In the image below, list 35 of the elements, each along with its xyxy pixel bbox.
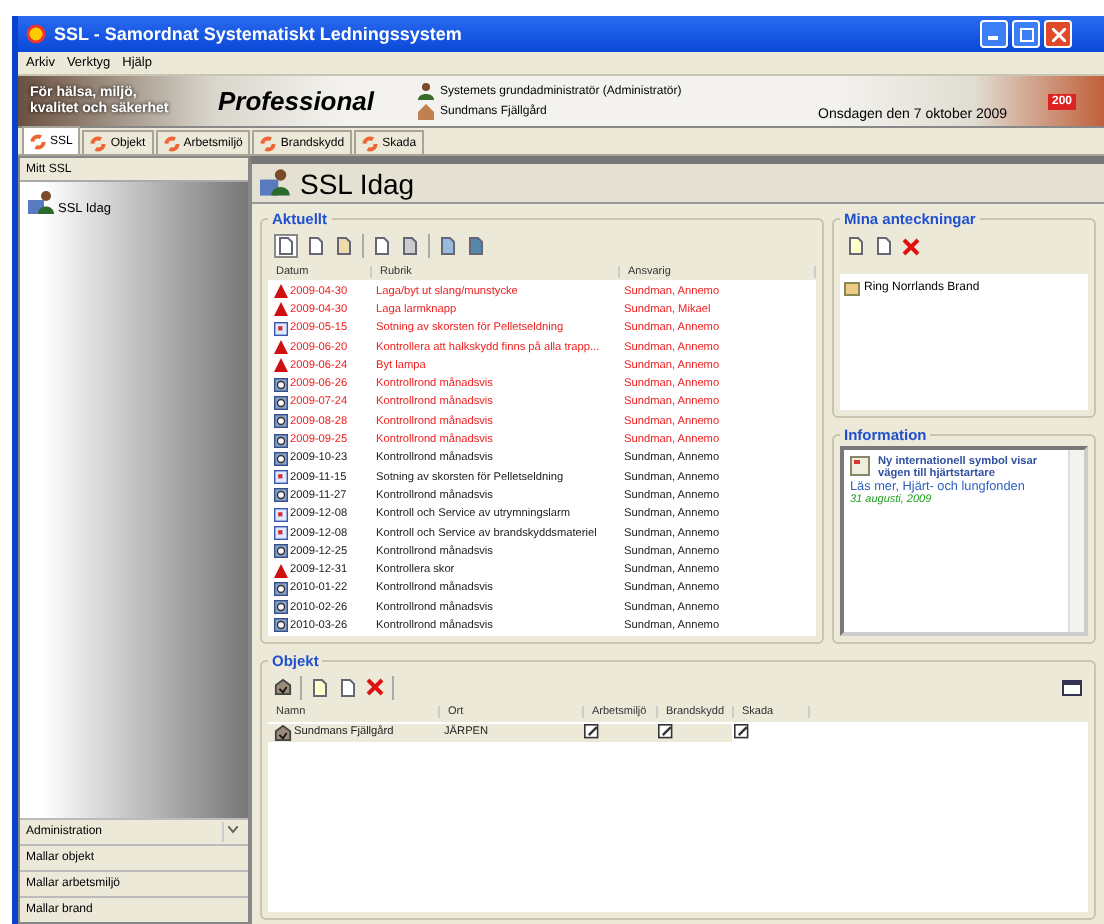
note-icon [844, 280, 860, 296]
tab-ring-icon [90, 135, 107, 151]
building-icon [274, 723, 292, 742]
house-icon [418, 104, 434, 120]
expand-button[interactable] [222, 822, 242, 842]
calendar-person-icon [260, 168, 292, 198]
tab-ring-icon [163, 135, 180, 151]
delete-icon[interactable] [902, 237, 920, 255]
close-button[interactable] [1044, 20, 1072, 48]
window-title: SSL - Samordnat Systematiskt Ledningssystem [54, 24, 462, 44]
calendar-icon [274, 470, 288, 485]
person-icon [418, 82, 434, 100]
page-title: SSL Idag [300, 167, 415, 199]
calendar-person-icon [28, 190, 56, 216]
warning-icon [274, 563, 288, 578]
calendar-icon [274, 507, 288, 522]
calendar-icon [274, 526, 288, 540]
close-icon [1051, 27, 1065, 41]
tab-ring-icon [30, 133, 46, 149]
chevron-icon [228, 826, 238, 834]
scrollbar[interactable] [1068, 450, 1084, 632]
minimize-button[interactable] [980, 20, 1008, 48]
app-logo-icon [26, 24, 46, 44]
building-icon [274, 678, 292, 697]
calendar-icon [274, 321, 288, 336]
maximize-icon [1019, 27, 1033, 41]
delete-icon[interactable] [366, 678, 384, 697]
panel-window-icon[interactable] [1062, 679, 1082, 696]
new-icon[interactable] [310, 677, 330, 698]
maximize-button[interactable] [1012, 20, 1040, 48]
edition-label: Professional [218, 86, 377, 116]
tab-ring-icon [260, 135, 277, 151]
tab-ring-icon [362, 135, 379, 151]
news-icon [850, 456, 870, 476]
new-note-icon[interactable] [846, 236, 866, 256]
